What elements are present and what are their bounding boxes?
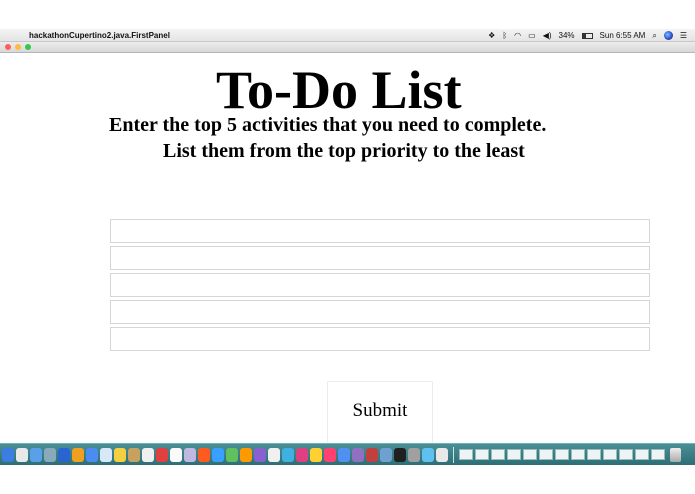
instruction-line-2: List them from the top priority to the l… bbox=[163, 140, 525, 162]
dock-app-icon[interactable] bbox=[338, 447, 350, 462]
dock-app-icon[interactable] bbox=[86, 447, 98, 462]
task-input-4[interactable] bbox=[110, 300, 650, 324]
dock-app-icon[interactable] bbox=[366, 447, 378, 462]
bluetooth-icon[interactable]: ᛒ bbox=[502, 29, 507, 42]
dock-minimized-window[interactable] bbox=[507, 449, 521, 460]
task-input-1[interactable] bbox=[110, 219, 650, 243]
submit-button[interactable]: Submit bbox=[327, 381, 433, 443]
status-area: ❖ ᛒ ◠ ▭ ◀) 34% Sun 6:55 AM ⌕ ☰ bbox=[488, 29, 687, 42]
battery-percent[interactable]: 34% bbox=[559, 29, 575, 42]
task-input-3[interactable] bbox=[110, 273, 650, 297]
dock-app-icon[interactable] bbox=[114, 447, 126, 462]
dock-app-icon[interactable] bbox=[72, 447, 84, 462]
dock-app-icon[interactable] bbox=[58, 447, 70, 462]
dock-minimized-window[interactable] bbox=[619, 449, 633, 460]
task-input-5[interactable] bbox=[110, 327, 650, 351]
dock-minimized-window[interactable] bbox=[635, 449, 649, 460]
dock-app-icon[interactable] bbox=[324, 447, 336, 462]
dock-app-icon[interactable] bbox=[240, 447, 252, 462]
dock-app-icon[interactable] bbox=[310, 447, 322, 462]
dock-minimized-window[interactable] bbox=[475, 449, 489, 460]
dock-app-icon[interactable] bbox=[44, 447, 56, 462]
dock-app-icon[interactable] bbox=[408, 447, 420, 462]
dock-app-icon[interactable] bbox=[142, 447, 154, 462]
dock-app-icon[interactable] bbox=[156, 447, 168, 462]
dock-app-icon[interactable] bbox=[380, 447, 392, 462]
dock-app-icon[interactable] bbox=[296, 447, 308, 462]
siri-icon[interactable] bbox=[663, 31, 673, 40]
window-close-button[interactable] bbox=[5, 44, 11, 50]
dock bbox=[0, 443, 695, 465]
dock-minimized-window[interactable] bbox=[459, 449, 473, 460]
task-input-2[interactable] bbox=[110, 246, 650, 270]
dock-app-icon[interactable] bbox=[184, 447, 196, 462]
dropbox-icon[interactable]: ❖ bbox=[488, 29, 495, 42]
dock-app-icon[interactable] bbox=[282, 447, 294, 462]
dock-minimized-window[interactable] bbox=[603, 449, 617, 460]
dock-app-icon[interactable] bbox=[100, 447, 112, 462]
dock-minimized-window[interactable] bbox=[571, 449, 585, 460]
window-minimize-button[interactable] bbox=[15, 44, 21, 50]
wifi-icon[interactable]: ◠ bbox=[514, 29, 521, 42]
window-title-bar bbox=[0, 42, 695, 53]
instruction-line-1: Enter the top 5 activities that you need… bbox=[109, 114, 547, 136]
dock-app-icon[interactable] bbox=[198, 447, 210, 462]
dock-app-icon[interactable] bbox=[226, 447, 238, 462]
dock-app-icon[interactable] bbox=[268, 447, 280, 462]
airplay-icon[interactable]: ▭ bbox=[528, 29, 536, 42]
menu-bar: hackathonCupertino2.java.FirstPanel ❖ ᛒ … bbox=[0, 29, 695, 42]
dock-app-icon[interactable] bbox=[2, 447, 14, 462]
trash-icon[interactable] bbox=[670, 447, 681, 462]
dock-app-icon[interactable] bbox=[30, 447, 42, 462]
dock-app-icon[interactable] bbox=[436, 447, 448, 462]
spotlight-search-icon[interactable]: ⌕ bbox=[652, 29, 656, 42]
app-menu-title[interactable]: hackathonCupertino2.java.FirstPanel bbox=[29, 31, 170, 40]
dock-app-icon[interactable] bbox=[254, 447, 266, 462]
notification-center-icon[interactable]: ☰ bbox=[680, 29, 687, 42]
dock-app-icon[interactable] bbox=[352, 447, 364, 462]
battery-icon[interactable] bbox=[581, 32, 593, 39]
dock-app-icon[interactable] bbox=[422, 447, 434, 462]
dock-minimized-window[interactable] bbox=[491, 449, 505, 460]
dock-separator bbox=[453, 446, 454, 463]
dock-app-icon[interactable] bbox=[212, 447, 224, 462]
dock-minimized-window[interactable] bbox=[587, 449, 601, 460]
dock-minimized-window[interactable] bbox=[555, 449, 569, 460]
desktop-strip bbox=[0, 465, 695, 494]
dock-minimized-window[interactable] bbox=[523, 449, 537, 460]
dock-app-icon[interactable] bbox=[128, 447, 140, 462]
dock-minimized-window[interactable] bbox=[539, 449, 553, 460]
dock-app-icon[interactable] bbox=[16, 447, 28, 462]
clock[interactable]: Sun 6:55 AM bbox=[600, 29, 646, 42]
window-maximize-button[interactable] bbox=[25, 44, 31, 50]
dock-minimized-window[interactable] bbox=[651, 449, 665, 460]
dock-app-icon[interactable] bbox=[170, 447, 182, 462]
volume-icon[interactable]: ◀) bbox=[543, 29, 552, 42]
dock-app-icon[interactable] bbox=[394, 447, 406, 462]
